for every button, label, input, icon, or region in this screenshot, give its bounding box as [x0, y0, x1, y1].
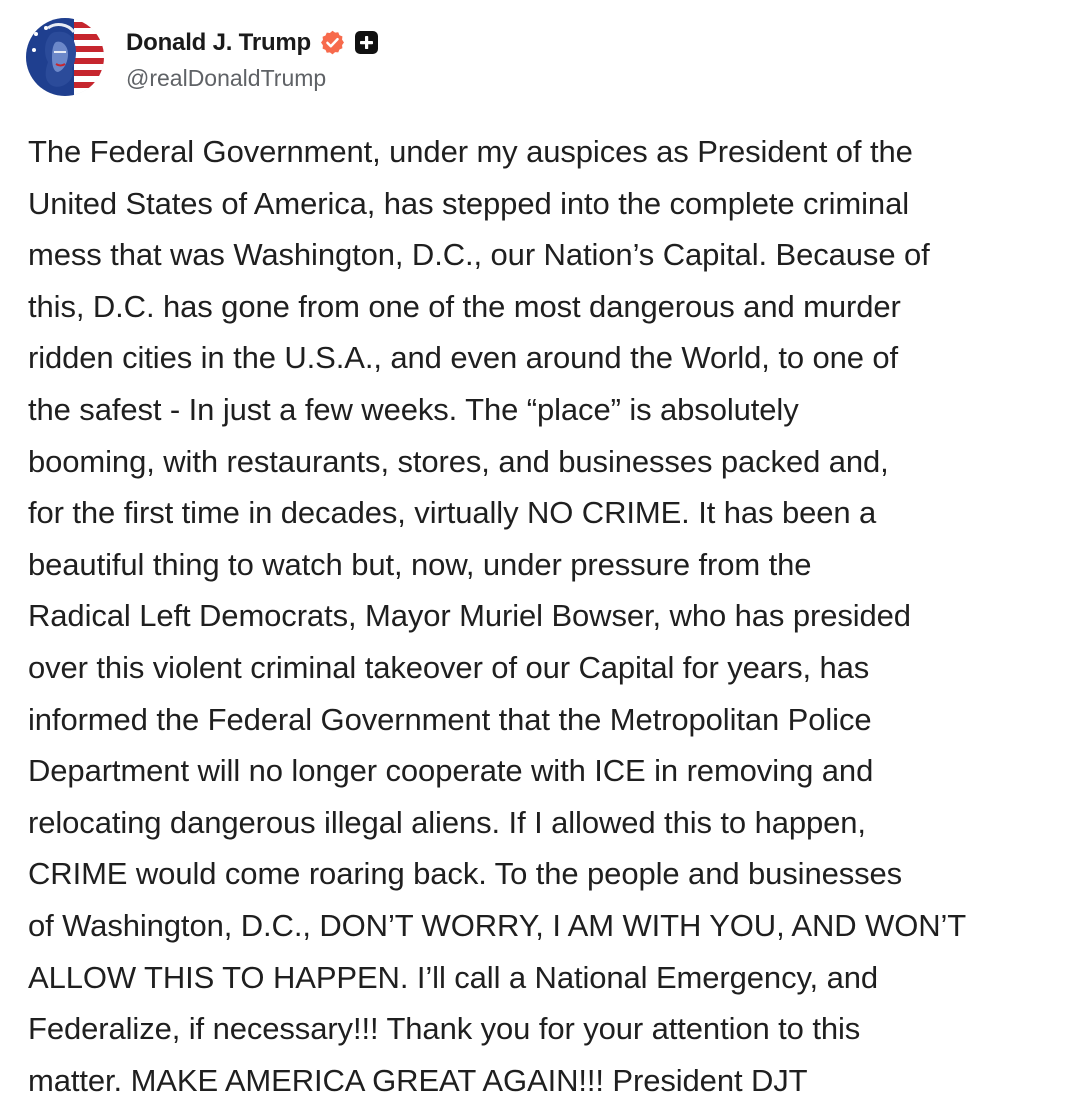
verified-badge-icon: [319, 29, 346, 56]
author-display-name[interactable]: Donald J. Trump: [126, 29, 311, 57]
author-handle[interactable]: @realDonaldTrump: [126, 65, 378, 92]
author-identity: Donald J. Trump @realDonaldTrump: [126, 23, 379, 92]
post-text: The Federal Government, under my auspice…: [28, 134, 967, 1098]
post-card: Donald J. Trump @realDonaldTrump The Fed…: [0, 0, 1080, 1111]
avatar[interactable]: [26, 18, 104, 96]
plus-badge-icon: [355, 31, 379, 54]
avatar-image: [26, 18, 104, 96]
post-header: Donald J. Trump @realDonaldTrump: [26, 16, 379, 98]
author-name-row: Donald J. Trump: [126, 23, 379, 63]
